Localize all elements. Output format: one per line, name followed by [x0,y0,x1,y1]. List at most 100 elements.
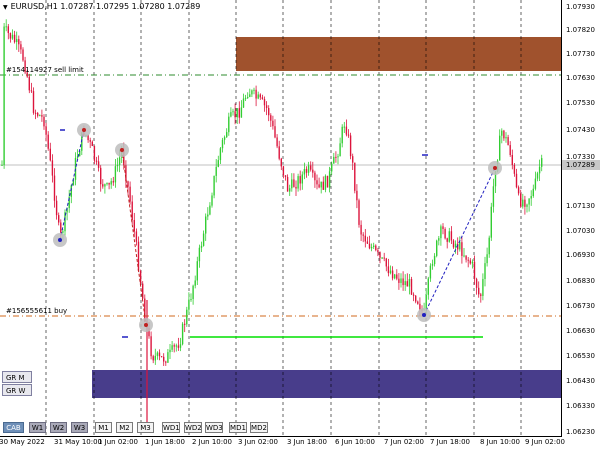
candle-body [244,97,247,99]
candle-body [501,130,503,136]
candle-body [448,231,450,242]
candle-body [219,148,222,161]
candle-body [536,173,539,179]
trade-marker[interactable] [77,123,91,137]
candle-body [375,245,377,251]
timeframe-button-cab[interactable]: CAB [3,422,24,433]
candle-body [58,215,60,223]
candle-body [538,166,541,174]
candle-body [37,113,39,116]
trade-marker[interactable] [488,161,502,175]
candle-body [522,199,524,207]
candle-body [286,176,289,192]
candle-body [381,257,383,259]
buy-order-label[interactable]: #156555611 buy [6,307,67,315]
candle-body [415,295,417,302]
candle-body [205,216,207,234]
candle-body [251,90,253,95]
candle-body [127,181,129,187]
candle-body [156,352,159,356]
candle-body [209,205,211,215]
candle-body [45,126,47,135]
candle-body [175,345,177,347]
candle-body [337,156,339,158]
current-price-tag: 1.07289 [562,160,600,170]
timeframe-button-wd3[interactable]: WD3 [205,422,223,433]
time-tick-label: 9 Jun 02:00 [524,438,566,446]
candle-body [108,182,110,185]
price-tick-label: 1.06230 [566,428,595,436]
candle-body [320,181,322,188]
candle-body [410,279,413,295]
timeframe-button-w3[interactable]: W3 [71,422,88,433]
trade-marker[interactable] [53,233,67,247]
candle-body [289,188,291,192]
candle-body [295,186,297,189]
demand-zone [92,370,561,398]
candle-body [192,285,194,300]
candle-body [316,180,318,185]
candle-body [517,187,520,194]
candle-body [425,294,427,309]
timeframe-button-m1[interactable]: M1 [95,422,112,433]
timeframe-button-wd2[interactable]: WD2 [184,422,202,433]
candle-body [215,166,217,176]
price-tick-label: 1.06930 [566,251,595,259]
gr-w-box[interactable]: GR W [2,384,32,396]
candlestick-chart[interactable] [0,0,562,437]
candle-body [366,241,369,244]
trade-marker[interactable] [115,143,129,157]
candle-body [173,345,175,347]
timeframe-button-m2[interactable]: M2 [116,422,133,433]
trade-marker[interactable] [417,308,431,322]
candle-body [253,89,255,91]
candle-body [160,356,163,358]
trade-marker[interactable] [139,318,153,332]
timeframe-button-md2[interactable]: MD2 [250,422,268,433]
candle-body [467,259,469,261]
price-tick-label: 1.06430 [566,377,595,385]
candle-body [177,345,180,348]
candle-body [373,245,375,247]
candle-body [236,108,238,118]
time-tick-label: 30 May 2022 [0,438,45,446]
candle-body [461,242,463,256]
timeframe-button-md1[interactable]: MD1 [229,422,247,433]
candle-body [184,323,186,325]
timeframe-button-w1[interactable]: W1 [29,422,46,433]
candle-body [362,234,364,236]
candle-body [228,116,230,133]
gr-m-box[interactable]: GR M [2,371,32,383]
candle-body [265,105,268,109]
timeframe-button-w2[interactable]: W2 [50,422,67,433]
candle-body [129,186,131,202]
candle-body [165,361,167,363]
candle-body [188,299,190,310]
candle-body [125,165,127,182]
timeframe-button-m3[interactable]: M3 [137,422,154,433]
candle-body [34,112,37,114]
candle-body [221,139,224,149]
candle-body [274,126,276,138]
candle-body [9,33,12,39]
sell-limit-label[interactable]: #154114927 sell limit [6,66,84,74]
candle-body [391,270,394,279]
candle-body [1,164,3,166]
candle-body [454,243,457,248]
candle-body [154,355,156,361]
candle-body [112,181,114,183]
time-tick-label: 2 Jun 10:00 [191,438,233,446]
candle-body [417,301,419,304]
candle-body [465,255,467,260]
candle-body [282,166,285,176]
timeframe-button-wd1[interactable]: WD1 [162,422,180,433]
candle-body [276,137,278,147]
candle-body [486,254,488,264]
candle-body [272,120,274,127]
chart-area[interactable]: ▼ EURUSD,H1 1.07287 1.07295 1.07280 1.072… [0,0,562,437]
triangle-down-icon[interactable]: ▼ [3,4,8,11]
candle-body [310,165,312,170]
candle-body [22,49,24,61]
price-tick-label: 1.07430 [566,126,595,134]
candle-body [39,115,41,117]
